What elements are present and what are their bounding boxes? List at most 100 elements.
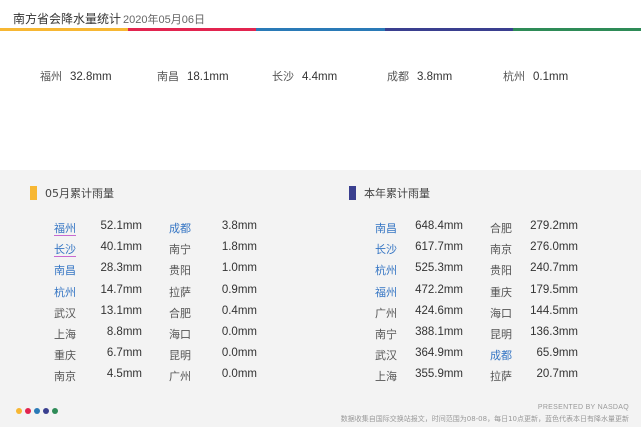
rainfall-value: 144.5mm <box>530 304 578 317</box>
year-col1-row: 福州 472.2mm <box>375 284 463 302</box>
year-col1-row: 广州 424.6mm <box>375 305 463 323</box>
today-item: 福州 32.8mm <box>40 68 112 84</box>
city-name[interactable]: 长沙 <box>54 241 76 257</box>
year-col1-row: 上海 355.9mm <box>375 368 463 386</box>
may-col1-row: 杭州 14.7mm <box>54 284 142 302</box>
city-name: 上海 <box>375 370 397 384</box>
rainfall-value: 364.9mm <box>415 347 463 360</box>
rainfall-value: 1.8mm <box>221 241 257 254</box>
year-col2-row: 昆明 136.3mm <box>490 326 578 344</box>
city-name: 武汉 <box>375 349 397 363</box>
city-name[interactable]: 南昌 <box>54 262 76 278</box>
rainfall-value: 0.1mm <box>533 71 569 83</box>
dot <box>43 408 49 414</box>
city-name: 拉萨 <box>490 370 512 384</box>
rainfall-value: 136.3mm <box>530 326 578 338</box>
year-col2-row: 贵阳 240.7mm <box>490 262 578 280</box>
rainfall-value: 0.9mm <box>221 283 257 296</box>
year-col1-row: 杭州 525.3mm <box>375 262 463 280</box>
city-name: 南宁 <box>375 328 397 341</box>
rainfall-value: 279.2mm <box>530 220 578 232</box>
may-col2-row: 昆明 0.0mm <box>169 347 257 365</box>
section-marker <box>349 186 356 200</box>
year-col1-row: 武汉 364.9mm <box>375 347 463 365</box>
rainfall-value: 0.0mm <box>221 368 257 381</box>
color-bar-segment <box>512 28 641 31</box>
rainfall-value: 240.7mm <box>530 262 578 275</box>
rainfall-value: 648.4mm <box>415 220 463 232</box>
city-name[interactable]: 成都 <box>169 220 191 236</box>
city-name: 广州 <box>375 306 397 320</box>
rainfall-value: 276.0mm <box>530 241 578 254</box>
city-name[interactable]: 福州 <box>375 284 397 300</box>
header: 南方省会降水量统计 2020年05月06日 <box>0 0 641 30</box>
city-name: 成都 <box>387 70 409 83</box>
rainfall-value: 28.3mm <box>100 262 142 275</box>
today-item: 成都 3.8mm <box>387 68 452 84</box>
may-section-title: 05月累计雨量 <box>30 185 114 201</box>
may-col2-row: 海口 0.0mm <box>169 326 257 344</box>
year-col2-row: 成都 65.9mm <box>490 347 578 365</box>
city-name: 重庆 <box>490 285 512 299</box>
city-name: 贵阳 <box>490 264 512 278</box>
city-name: 海口 <box>169 328 191 341</box>
rainfall-value: 3.8mm <box>221 220 257 232</box>
may-col1-row: 长沙 40.1mm <box>54 241 142 259</box>
city-name[interactable]: 南昌 <box>375 220 397 236</box>
may-col2-row: 南宁 1.8mm <box>169 241 257 259</box>
year-section-label: 本年累计雨量 <box>364 187 430 200</box>
year-col2-row: 合肥 279.2mm <box>490 220 578 238</box>
rainfall-value: 424.6mm <box>415 304 463 317</box>
dot <box>34 408 40 414</box>
year-col1-row: 长沙 617.7mm <box>375 241 463 259</box>
city-name: 长沙 <box>272 70 294 83</box>
color-bar-segment <box>384 28 513 31</box>
city-name: 海口 <box>490 306 512 320</box>
footer-brand: PRESENTED BY NASDAQ <box>537 404 629 411</box>
rainfall-value: 14.7mm <box>100 283 142 296</box>
report-date: 2020年05月06日 <box>123 14 205 26</box>
city-name: 拉萨 <box>169 285 191 299</box>
rainfall-value: 179.5mm <box>530 283 578 296</box>
city-name: 昆明 <box>490 328 512 341</box>
year-section-title: 本年累计雨量 <box>349 185 430 201</box>
rainfall-value: 40.1mm <box>100 241 142 254</box>
city-name[interactable]: 杭州 <box>375 262 397 278</box>
city-name: 武汉 <box>54 306 76 320</box>
rainfall-value: 4.5mm <box>106 368 142 381</box>
today-item: 南昌 18.1mm <box>157 68 229 84</box>
city-name[interactable]: 长沙 <box>375 241 397 257</box>
city-name: 合肥 <box>490 222 512 235</box>
rainfall-value: 65.9mm <box>536 347 578 360</box>
dot <box>52 408 58 414</box>
rainfall-value: 0.4mm <box>221 304 257 317</box>
may-col2-row: 合肥 0.4mm <box>169 305 257 323</box>
may-col2-row: 拉萨 0.9mm <box>169 284 257 302</box>
color-dots <box>16 408 58 416</box>
may-col2-row: 广州 0.0mm <box>169 368 257 386</box>
city-name: 南昌 <box>157 70 179 83</box>
rainfall-value: 8.8mm <box>106 326 142 338</box>
page-title: 南方省会降水量统计 <box>13 12 122 26</box>
year-col2-row: 拉萨 20.7mm <box>490 368 578 386</box>
rainfall-value: 388.1mm <box>415 326 463 338</box>
color-bar <box>0 28 641 31</box>
may-col1-row: 上海 8.8mm <box>54 326 142 344</box>
rainfall-value: 20.7mm <box>536 368 578 381</box>
city-name: 昆明 <box>169 349 191 363</box>
rainfall-value: 6.7mm <box>106 347 142 360</box>
section-marker <box>30 186 37 200</box>
footer-note: 数据收集自国际交换站报文，时间范围为08-08，每日10点更新，蓝色代表本日有降… <box>340 415 629 423</box>
year-col1-row: 南昌 648.4mm <box>375 220 463 238</box>
year-col2-row: 南京 276.0mm <box>490 241 578 259</box>
may-col1-row: 武汉 13.1mm <box>54 305 142 323</box>
city-name[interactable]: 成都 <box>490 347 512 363</box>
city-name: 广州 <box>169 370 191 384</box>
color-bar-segment <box>256 28 385 31</box>
city-name[interactable]: 杭州 <box>54 284 76 300</box>
city-name: 南京 <box>490 243 512 257</box>
city-name[interactable]: 福州 <box>54 220 76 236</box>
today-item: 杭州 0.1mm <box>503 68 568 84</box>
rainfall-value: 4.4mm <box>302 71 338 83</box>
rainfall-value: 472.2mm <box>415 283 463 296</box>
